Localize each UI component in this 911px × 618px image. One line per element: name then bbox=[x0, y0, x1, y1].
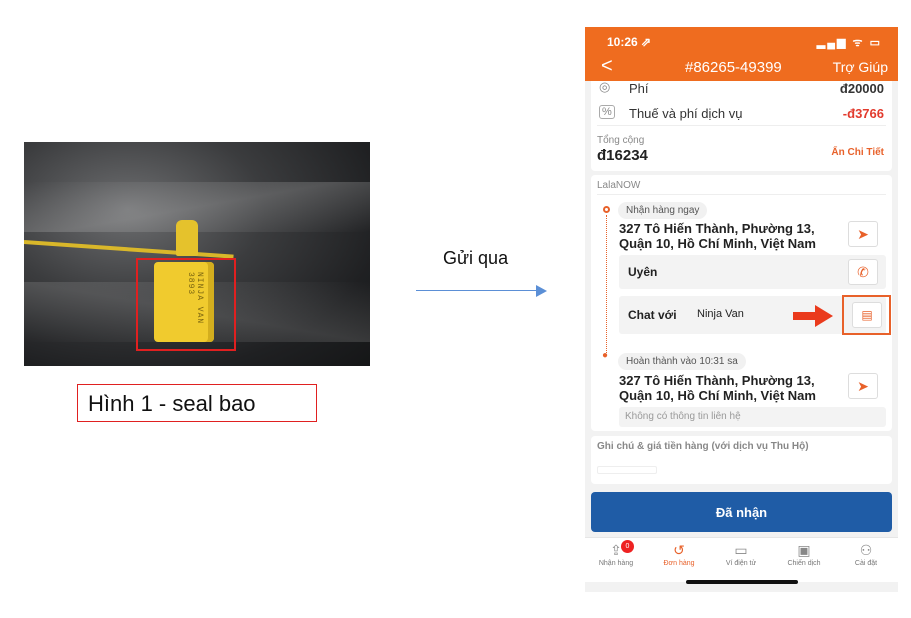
tab-wallet[interactable]: ▭ Ví điện tử bbox=[710, 542, 772, 567]
tab-label: Ví điện tử bbox=[725, 560, 757, 567]
tab-orders[interactable]: ↺ Đơn hàng bbox=[648, 542, 710, 567]
chat-target: Ninja Van bbox=[697, 308, 744, 320]
timeline-line bbox=[606, 215, 607, 353]
no-contact-text: Không có thông tin liên hệ bbox=[625, 411, 741, 422]
send-via-label: Gửi qua bbox=[443, 248, 509, 268]
navigation-arrow-icon: ➤ bbox=[857, 377, 869, 394]
arrow-head-icon bbox=[536, 285, 547, 297]
tab-campaign[interactable]: ▣ Chiến dịch bbox=[773, 542, 835, 567]
fee-value: đ20000 bbox=[839, 81, 884, 96]
chat-label: Chat với bbox=[628, 308, 677, 322]
chat-highlight-box bbox=[842, 295, 891, 335]
navigate-dropoff-button[interactable]: ➤ bbox=[848, 373, 878, 399]
red-pointer-arrow-icon bbox=[793, 305, 833, 327]
total-value: đ16234 bbox=[597, 147, 648, 164]
fee-label: Phí bbox=[629, 81, 649, 96]
pickup-address-line2: Quận 10, Hồ Chí Minh, Việt Nam bbox=[619, 236, 816, 251]
seal-strap bbox=[24, 240, 234, 259]
tax-value: -đ3766 bbox=[842, 106, 884, 121]
tab-badge: 0 bbox=[621, 540, 634, 553]
notes-card: Ghi chú & giá tiền hàng (với dịch vụ Thu… bbox=[591, 436, 892, 484]
tab-label: Nhận hàng bbox=[598, 560, 634, 567]
navigation-arrow-icon: ➤ bbox=[857, 225, 869, 242]
contact-name: Uyên bbox=[628, 265, 658, 279]
dropoff-address-line1: 327 Tô Hiến Thành, Phường 13, bbox=[619, 373, 815, 388]
no-contact-row: Không có thông tin liên hệ bbox=[619, 407, 886, 427]
tab-label: Chiến dịch bbox=[787, 560, 821, 567]
completed-pill: Hoàn thành vào 10:31 sa bbox=[618, 353, 746, 370]
pickup-pill: Nhận hàng ngay bbox=[618, 202, 708, 219]
status-icons: ▂▄▆ ᯤ ▭ bbox=[816, 37, 882, 49]
pickup-address: 327 Tô Hiến Thành, Phường 13, Quận 10, H… bbox=[619, 221, 816, 251]
pickup-dot-icon bbox=[603, 206, 610, 213]
hide-detail-link[interactable]: Ẩn Chi Tiết bbox=[831, 147, 884, 158]
location-icon: ◎ bbox=[599, 79, 611, 94]
order-id: #86265-49399 bbox=[685, 59, 782, 76]
tab-label: Đơn hàng bbox=[663, 560, 695, 567]
user-icon: ⚇ bbox=[859, 542, 873, 558]
arrow-line bbox=[416, 290, 540, 291]
delivery-card: LalaNOW ● Nhận hàng ngay 327 Tô Hiến Thà… bbox=[591, 175, 892, 431]
seal-highlight-box bbox=[136, 258, 236, 351]
received-button[interactable]: Đã nhận bbox=[591, 492, 892, 532]
tax-icon: % bbox=[599, 105, 615, 119]
phone-icon: ✆ bbox=[857, 263, 869, 280]
upload-icon: ⇪ bbox=[610, 542, 622, 558]
dropoff-pin-icon: ● bbox=[602, 350, 609, 361]
notes-label: Ghi chú & giá tiền hàng (với dịch vụ Thu… bbox=[597, 441, 809, 452]
provider-label: LalaNOW bbox=[597, 180, 641, 191]
seal-head bbox=[176, 220, 198, 256]
tab-bar: ⇪ 0 Nhận hàng ↺ Đơn hàng ▭ Ví điện tử ▣ … bbox=[585, 537, 898, 582]
contact-row: Uyên ✆ bbox=[619, 255, 886, 289]
campaign-icon: ▣ bbox=[797, 542, 811, 558]
phone-screenshot: 10:26 ⇗ ▂▄▆ ᯤ ▭ < #86265-49399 Trợ Giúp … bbox=[585, 27, 898, 592]
tax-label: Thuế và phí dịch vụ bbox=[629, 106, 743, 121]
help-link[interactable]: Trợ Giúp bbox=[833, 59, 888, 75]
wallet-icon: ▭ bbox=[734, 542, 748, 558]
tab-receive[interactable]: ⇪ 0 Nhận hàng bbox=[585, 540, 647, 567]
divider bbox=[597, 125, 886, 126]
status-time: 10:26 ⇗ bbox=[607, 35, 652, 49]
status-bar: 10:26 ⇗ ▂▄▆ ᯤ ▭ bbox=[585, 27, 898, 55]
dropoff-address-line2: Quận 10, Hồ Chí Minh, Việt Nam bbox=[619, 388, 816, 403]
history-icon: ↺ bbox=[673, 542, 685, 558]
divider bbox=[597, 194, 886, 195]
photo-caption: Hình 1 - seal bao bbox=[77, 384, 317, 422]
dropoff-address: 327 Tô Hiến Thành, Phường 13, Quận 10, H… bbox=[619, 373, 816, 403]
fee-card: ◎ Phí đ20000 % Thuế và phí dịch vụ -đ376… bbox=[591, 79, 892, 171]
home-indicator bbox=[686, 580, 798, 584]
nav-bar: < #86265-49399 Trợ Giúp bbox=[585, 55, 898, 81]
navigate-pickup-button[interactable]: ➤ bbox=[848, 221, 878, 247]
tab-label: Cài đặt bbox=[854, 560, 878, 567]
tab-settings[interactable]: ⚇ Cài đặt bbox=[835, 542, 897, 567]
call-button[interactable]: ✆ bbox=[848, 259, 878, 285]
back-icon[interactable]: < bbox=[601, 55, 613, 78]
total-label: Tổng cộng bbox=[597, 135, 645, 146]
notes-field[interactable] bbox=[597, 466, 657, 474]
pickup-address-line1: 327 Tô Hiến Thành, Phường 13, bbox=[619, 221, 815, 236]
